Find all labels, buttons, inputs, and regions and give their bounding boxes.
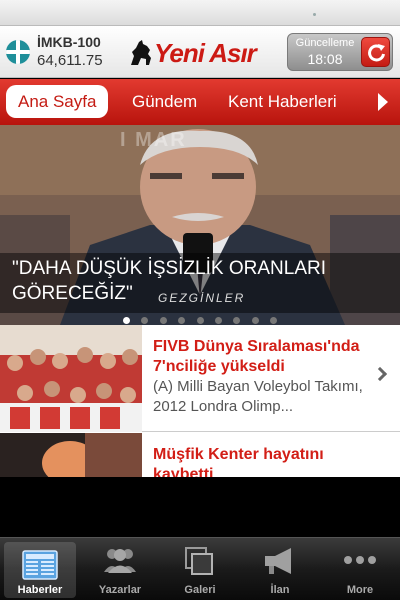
slide-dot[interactable] xyxy=(251,317,259,324)
tab-gundem[interactable]: Gündem xyxy=(132,85,197,118)
news-list-item[interactable]: FIVB Dünya Sıralaması'nda 7'nciliğe yüks… xyxy=(0,325,400,432)
backdrop-text: I MAR xyxy=(120,129,187,151)
headline-slider[interactable]: I MAR "DAHA DÜŞÜK İŞSİZLİK ORANLARI GÖRE… xyxy=(0,125,400,325)
slide-dot[interactable] xyxy=(122,317,130,324)
refresh-icon xyxy=(368,44,385,62)
gallery-icon xyxy=(185,547,213,575)
news-list-item[interactable]: Müşfik Kenter hayatını kaybetti xyxy=(0,433,400,477)
refresh-panel: Güncelleme 18:08 xyxy=(287,33,393,71)
slide-dot[interactable] xyxy=(214,317,222,324)
status-indicator xyxy=(313,13,316,16)
tab-ana-sayfa[interactable]: Ana Sayfa xyxy=(6,85,109,118)
tab-more[interactable]: More xyxy=(320,538,400,600)
tab-label: More xyxy=(346,584,374,596)
news-title: FIVB Dünya Sıralaması'nda 7'nciliğe yüks… xyxy=(153,338,360,375)
slider-pagination xyxy=(0,311,400,324)
stock-index-name: İMKB-100 xyxy=(37,34,101,50)
megaphone-icon xyxy=(265,548,291,574)
slide-dot[interactable] xyxy=(159,317,167,324)
logo-text: Yeni Asır xyxy=(154,38,257,68)
refresh-button[interactable] xyxy=(361,37,390,67)
news-title: Müşfik Kenter hayatını kaybetti xyxy=(153,446,324,477)
news-summary: (A) Milli Bayan Voleybol Takımı, 2012 Lo… xyxy=(153,378,363,415)
tab-scroll-right-icon[interactable] xyxy=(378,93,388,111)
bottom-tab-bar: Haberler Yazarlar Galeri İlan More xyxy=(0,537,400,600)
tab-ilan[interactable]: İlan xyxy=(240,538,320,600)
app-header: İMKB-100 64,611.75 Yeni Asır Güncelleme … xyxy=(0,26,400,78)
people-icon xyxy=(104,549,136,573)
tab-label: Galeri xyxy=(184,584,216,596)
category-tab-bar: Ana Sayfa Gündem Kent Haberleri xyxy=(0,79,400,125)
refresh-time: 18:08 xyxy=(307,51,343,67)
newspaper-icon xyxy=(22,550,58,580)
tab-label: Haberler xyxy=(17,584,63,596)
tab-label: Yazarlar xyxy=(98,584,142,596)
stock-index-value: 64,611.75 xyxy=(37,52,103,69)
horse-rider-icon xyxy=(131,40,151,65)
watermark-text: GEZGİNLER xyxy=(158,291,246,305)
status-bar xyxy=(0,0,400,26)
newspaper-logo: Yeni Asır xyxy=(128,38,278,68)
slide-dot[interactable] xyxy=(196,317,204,324)
tab-haberler[interactable]: Haberler xyxy=(4,542,76,598)
news-list: FIVB Dünya Sıralaması'nda 7'nciliğe yüks… xyxy=(0,325,400,477)
news-thumbnail xyxy=(0,433,142,477)
stock-index-icon xyxy=(6,40,30,64)
tab-yazarlar[interactable]: Yazarlar xyxy=(80,538,160,600)
news-thumbnail xyxy=(0,325,142,432)
more-dots-icon xyxy=(344,556,376,564)
tab-kent-haberleri[interactable]: Kent Haberleri xyxy=(228,85,337,118)
slide-dot[interactable] xyxy=(178,317,186,324)
tab-galeri[interactable]: Galeri xyxy=(160,538,240,600)
refresh-label: Güncelleme xyxy=(295,37,355,49)
tab-label: İlan xyxy=(270,584,290,596)
